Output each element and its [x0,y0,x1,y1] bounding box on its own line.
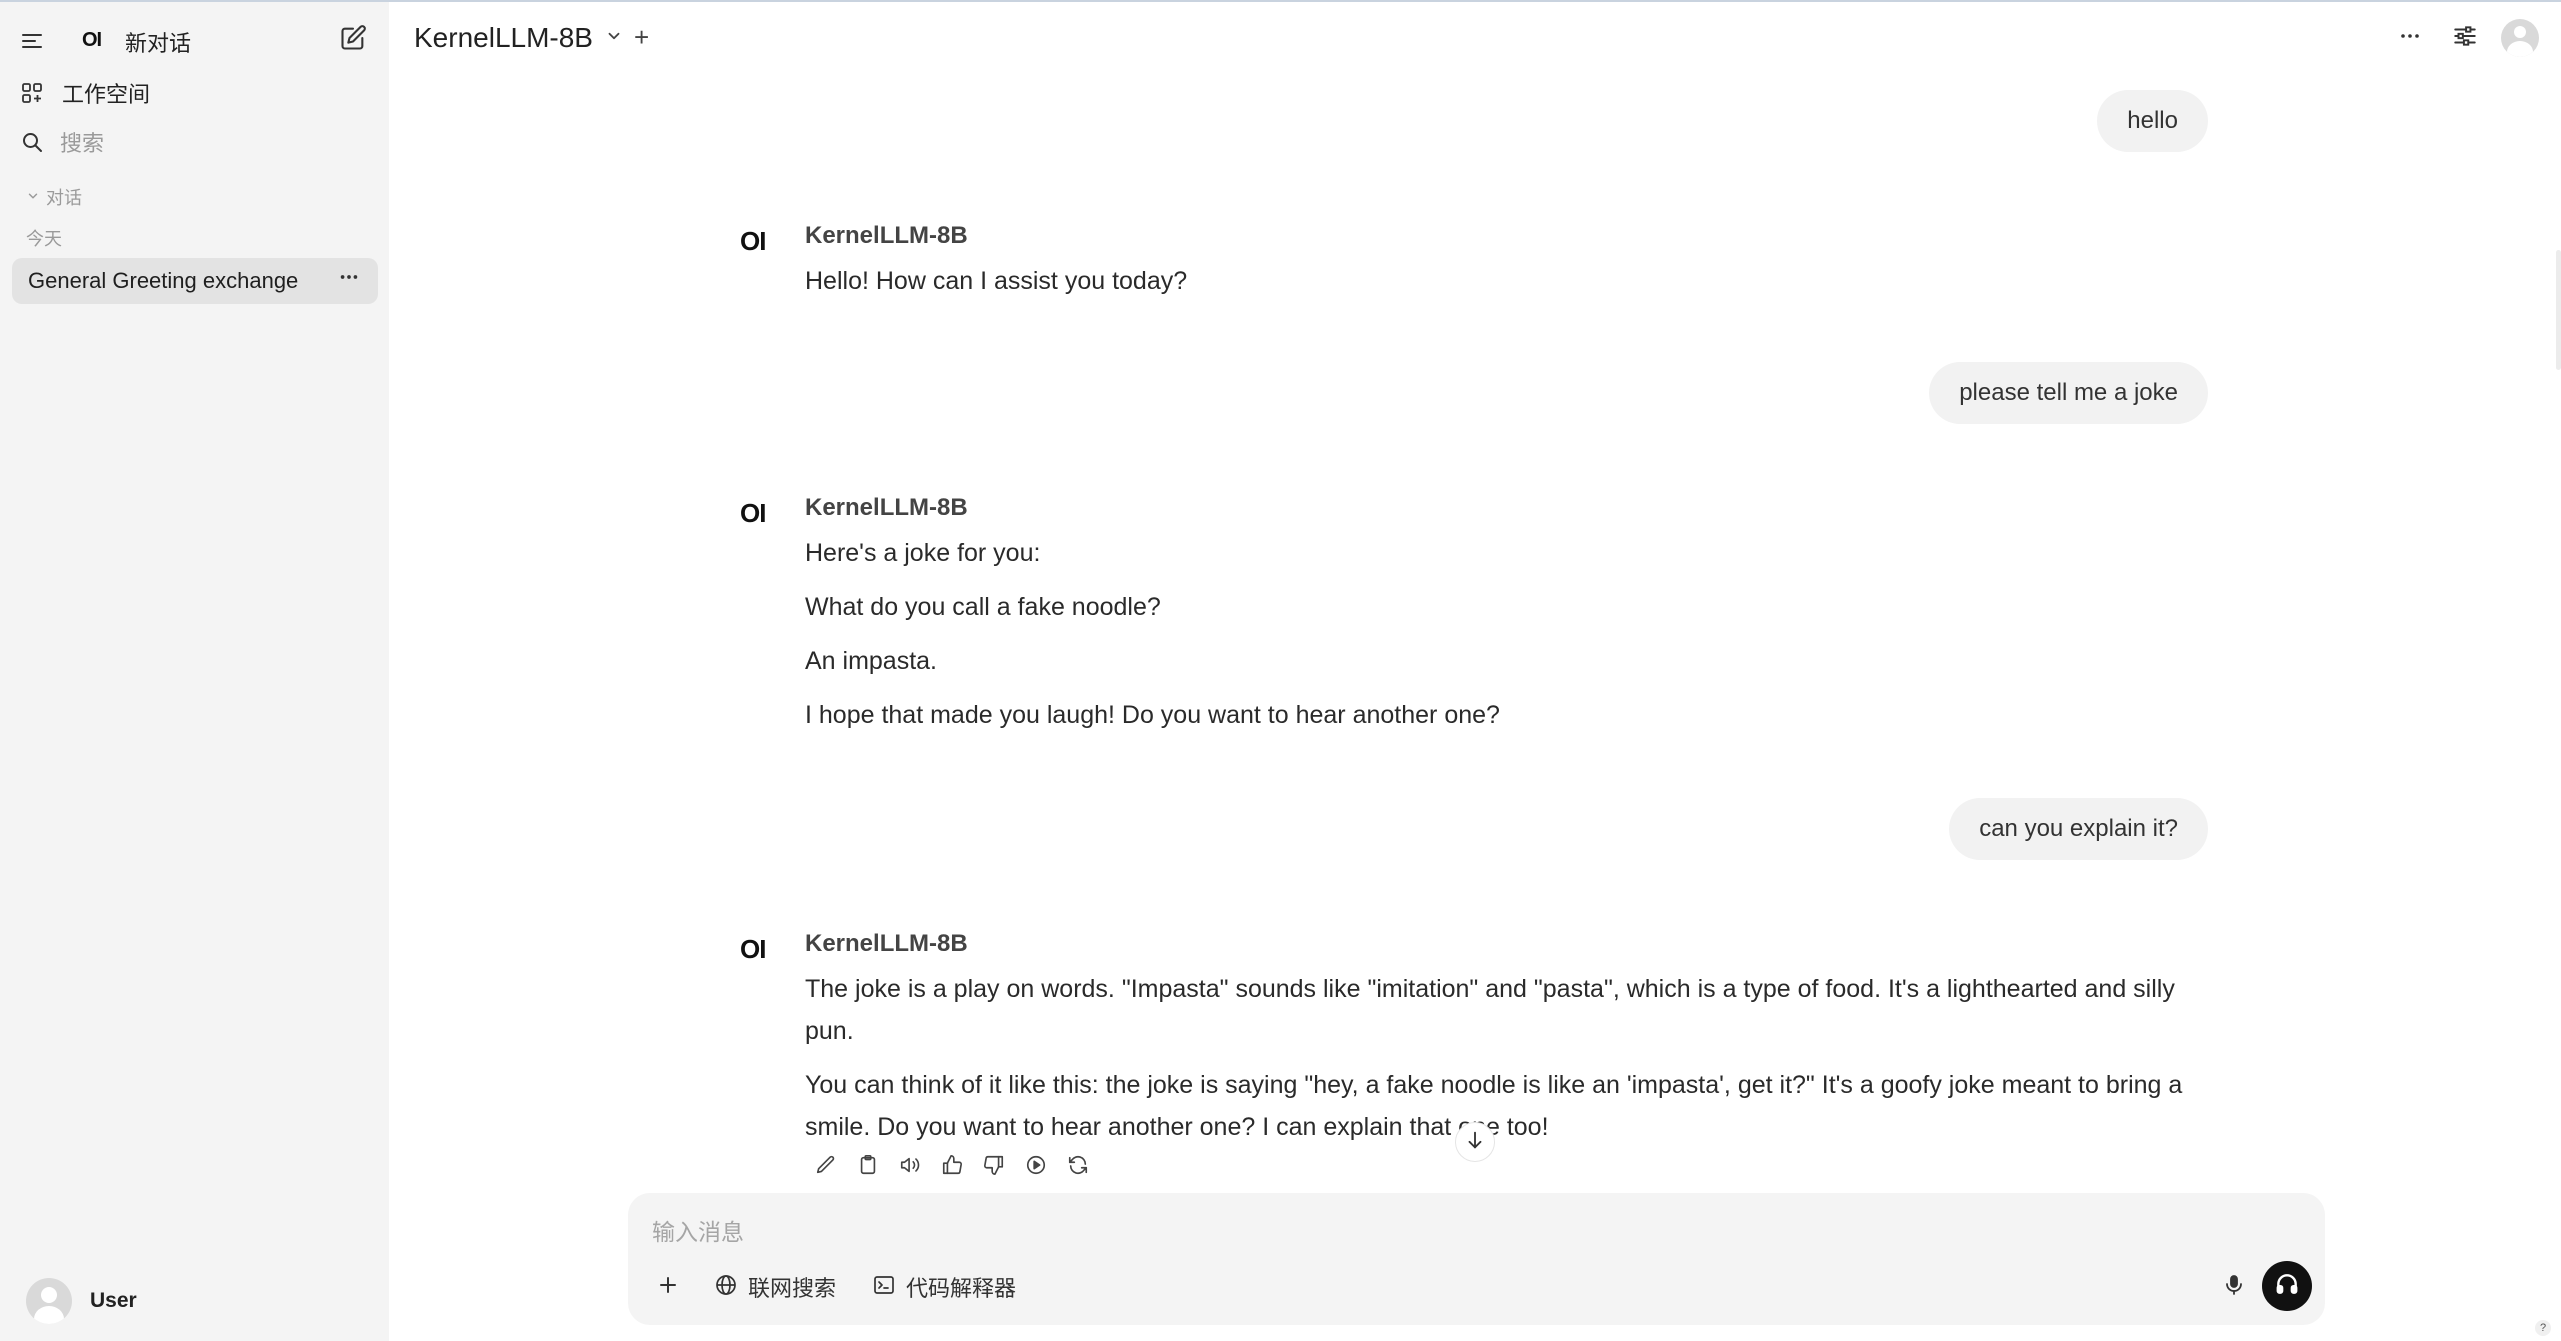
message-text: can you explain it? [1979,815,2178,842]
message-input[interactable] [652,1215,2292,1249]
model-name: KernelLLM-8B [805,930,968,957]
globe-icon [714,1273,738,1302]
model-logo: OI [740,226,766,256]
sidebar-item-workspace[interactable]: 工作空间 [20,76,150,110]
read-aloud-button[interactable] [889,1152,931,1182]
model-name: KernelLLM-8B [805,222,968,249]
arrow-down-icon [1464,1129,1486,1156]
copy-icon [857,1154,879,1181]
plus-icon [656,1273,680,1302]
controls-button[interactable] [2445,18,2485,58]
sidebar-search[interactable]: 搜索 [20,125,104,159]
play-icon [1025,1154,1047,1181]
grid-icon [20,81,44,105]
message-composer: 联网搜索 代码解释器 [628,1193,2325,1325]
compose-icon [339,24,367,57]
chats-section-toggle[interactable]: 对话 [26,184,82,210]
web-search-label: 联网搜索 [748,1276,837,1301]
user-message: please tell me a joke [1929,362,2208,424]
message-paragraph: Hello! How can I assist you today? [805,267,1188,295]
code-interpreter-toggle[interactable]: 代码解释器 [872,1269,1016,1305]
code-interpreter-label: 代码解释器 [906,1276,1017,1301]
regenerate-icon [1067,1154,1089,1181]
terminal-icon [872,1273,896,1302]
scroll-to-bottom-button[interactable] [1455,1122,1495,1162]
message-body: Here's a joke for you: What do you call … [805,532,2200,748]
message-paragraph: You can think of it like this: the joke … [805,1071,2183,1141]
sidebar: OI 新对话 工作空间 搜索 对话 今天 General Greeting ex… [0,2,389,1341]
scrollbar[interactable] [2556,250,2561,370]
model-selector[interactable]: KernelLLM-8B [414,22,623,54]
date-group-label: 今天 [26,229,62,249]
regenerate-button[interactable] [1057,1152,1099,1182]
new-chat-button[interactable] [337,24,369,56]
header-avatar[interactable] [2501,19,2539,57]
user-name: User [90,1289,137,1312]
user-message: hello [2097,90,2208,152]
avatar [26,1278,72,1324]
copy-button[interactable] [847,1152,889,1182]
assistant-message: OI KernelLLM-8B Hello! How can I assist … [740,222,2210,302]
app-logo: OI [82,29,102,51]
user-menu[interactable]: User [26,1278,137,1324]
microphone-icon [2222,1273,2246,1302]
attach-button[interactable] [650,1269,686,1305]
thumbs-up-icon [941,1154,963,1181]
continue-button[interactable] [1015,1152,1057,1182]
message-actions [805,1152,1099,1182]
more-options-icon [2398,24,2422,53]
more-options-icon[interactable] [338,266,360,294]
message-body: Hello! How can I assist you today? [805,260,2200,314]
message-paragraph: The joke is a play on words. "Impasta" s… [805,975,2175,1045]
add-model-button[interactable]: + [634,22,649,53]
search-input[interactable]: 搜索 [60,126,104,158]
edit-button[interactable] [805,1152,847,1182]
message-paragraph: I hope that made you laugh! Do you want … [805,701,1500,729]
user-message: can you explain it? [1949,798,2208,860]
model-name: KernelLLM-8B [414,22,593,53]
web-search-toggle[interactable]: 联网搜索 [714,1269,836,1305]
bad-response-button[interactable] [973,1152,1015,1182]
sliders-icon [2452,23,2478,54]
thumbs-down-icon [983,1154,1005,1181]
message-text: hello [2127,107,2178,134]
message-paragraph: An impasta. [805,647,938,675]
voice-input-button[interactable] [2216,1269,2252,1305]
speaker-icon [899,1154,921,1181]
sidebar-toggle-button[interactable] [20,26,50,56]
chevron-down-icon [605,27,623,50]
model-logo: OI [740,934,766,964]
good-response-button[interactable] [931,1152,973,1182]
sidebar-item-label: 工作空间 [62,82,151,107]
section-label: 对话 [46,188,82,208]
voice-mode-button[interactable] [2262,1261,2312,1311]
chat-title: General Greeting exchange [28,268,299,293]
chat-list-item[interactable]: General Greeting exchange [12,258,378,304]
assistant-message: OI KernelLLM-8B Here's a joke for you: W… [740,494,2210,734]
search-icon [20,130,44,154]
message-text: please tell me a joke [1959,379,2178,406]
edit-icon [815,1154,837,1181]
menu-icon [20,29,44,53]
chat-header: KernelLLM-8B + [389,2,2561,74]
new-chat-link[interactable]: 新对话 [125,26,191,58]
message-paragraph: Here's a joke for you: [805,539,1041,567]
more-options-button[interactable] [2390,18,2430,58]
message-body: The joke is a play on words. "Impasta" s… [805,968,2200,1160]
model-logo: OI [740,498,766,528]
model-name: KernelLLM-8B [805,494,968,521]
message-paragraph: What do you call a fake noodle? [805,593,1161,621]
headphones-icon [2274,1271,2300,1302]
help-button[interactable]: ? [2535,1320,2551,1336]
chevron-down-icon [26,189,40,206]
assistant-message: OI KernelLLM-8B The joke is a play on wo… [740,930,2210,1141]
